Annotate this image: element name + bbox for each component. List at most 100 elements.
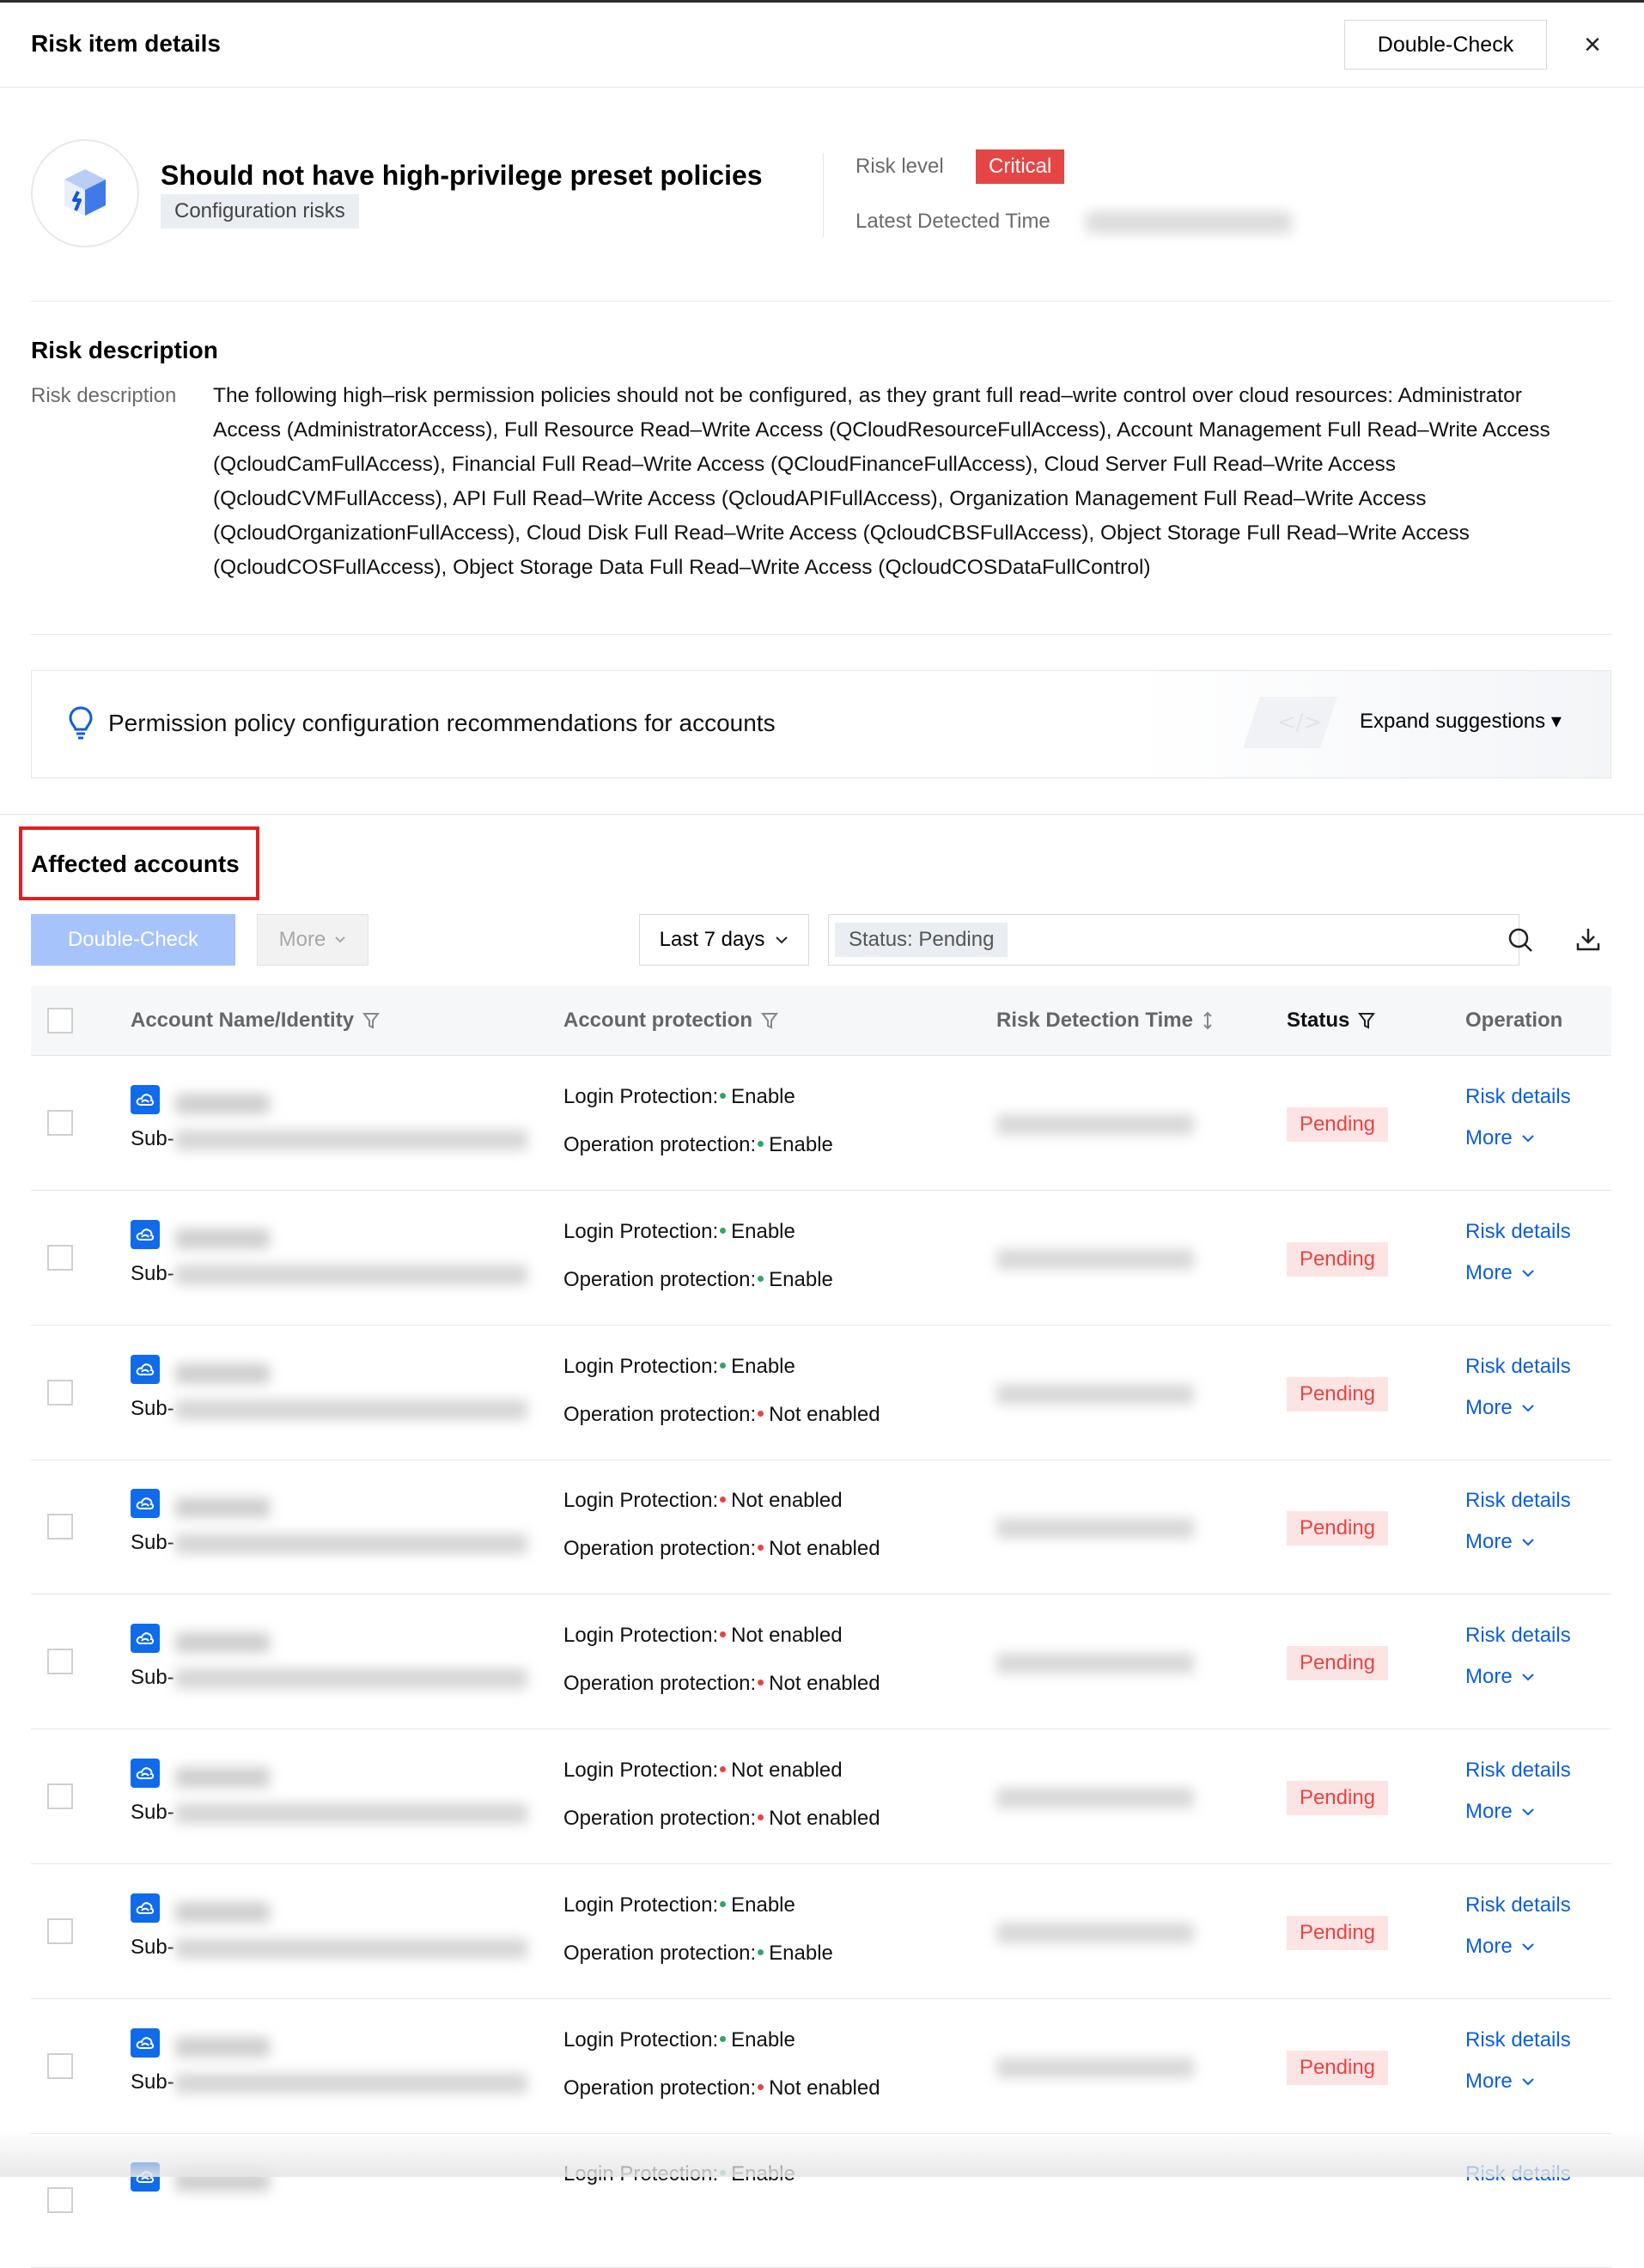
operation-protection-label: Operation protection:: [563, 1537, 757, 1560]
risk-details-link[interactable]: Risk details: [1465, 2028, 1571, 2052]
risk-details-link[interactable]: Risk details: [1465, 1489, 1571, 1513]
filter-icon[interactable]: [1358, 1011, 1376, 1030]
expand-suggestions-toggle[interactable]: Expand suggestions ▾: [1360, 709, 1562, 734]
column-protection-label: Account protection: [563, 1009, 752, 1032]
row-more-dropdown[interactable]: More: [1465, 1126, 1535, 1150]
login-protection: Login Protection: Enable: [563, 1893, 795, 1917]
operation-protection: Operation protection: Not enabled: [563, 1807, 880, 1831]
login-protection: Login Protection: Enable: [563, 2028, 795, 2052]
operation-protection-value: Not enabled: [769, 1403, 880, 1426]
chevron-down-icon: [776, 936, 789, 944]
operation-protection-label: Operation protection:: [563, 1268, 757, 1291]
operation-status-dot: [758, 1814, 764, 1821]
account-identity-redacted: [175, 1399, 527, 1420]
time-range-select[interactable]: Last 7 days: [639, 914, 809, 966]
select-all-checkbox[interactable]: [47, 1008, 73, 1033]
row-checkbox[interactable]: [47, 1110, 73, 1136]
login-protection: Login Protection: Enable: [563, 1085, 795, 1109]
cloud-account-icon: [131, 1355, 160, 1384]
row-more-dropdown[interactable]: More: [1465, 1261, 1535, 1285]
cloud-account-icon: [131, 1893, 160, 1923]
dialog-title: Risk item details: [31, 30, 221, 57]
operation-status-dot: [758, 1411, 764, 1418]
status-badge: Pending: [1287, 1781, 1388, 1815]
row-checkbox[interactable]: [47, 1514, 73, 1539]
search-icon[interactable]: [1507, 927, 1533, 953]
risk-details-link[interactable]: Risk details: [1465, 1220, 1571, 1244]
operation-protection-label: Operation protection:: [563, 2076, 757, 2100]
operation-protection-value: Not enabled: [769, 2076, 880, 2100]
detection-time-redacted: [996, 2058, 1194, 2078]
login-protection-value: Enable: [731, 2028, 795, 2052]
code-illustration-icon: </>: [1243, 697, 1337, 748]
risk-details-link[interactable]: Risk details: [1465, 1759, 1571, 1783]
risk-details-link[interactable]: Risk details: [1465, 1893, 1571, 1917]
operation-protection-value: Enable: [769, 1133, 833, 1156]
account-identity-redacted: [175, 2073, 527, 2094]
risk-details-link[interactable]: Risk details: [1465, 1624, 1571, 1648]
close-icon[interactable]: ×: [1575, 25, 1610, 64]
row-more-label: More: [1465, 1126, 1513, 1149]
suggestion-title: Permission policy configuration recommen…: [108, 710, 776, 736]
chevron-down-icon: [1521, 1943, 1534, 1951]
login-status-dot: [720, 1228, 727, 1235]
row-more-dropdown[interactable]: More: [1465, 1800, 1535, 1824]
risk-details-link[interactable]: Risk details: [1465, 1355, 1571, 1379]
row-more-dropdown[interactable]: More: [1465, 1530, 1535, 1554]
row-more-dropdown[interactable]: More: [1465, 1935, 1535, 1959]
row-more-dropdown[interactable]: More: [1465, 2070, 1535, 2094]
row-checkbox[interactable]: [47, 1783, 73, 1809]
cloud-account-icon: [131, 1085, 160, 1114]
row-more-dropdown[interactable]: More: [1465, 1396, 1535, 1420]
detection-time-redacted: [996, 1518, 1194, 1539]
download-icon[interactable]: [1575, 926, 1601, 952]
account-type-label: Sub-: [131, 1397, 174, 1420]
row-more-dropdown[interactable]: More: [1465, 1665, 1535, 1689]
operation-protection: Operation protection: Not enabled: [563, 2076, 880, 2100]
divider: [31, 634, 1611, 635]
account-identity-redacted: [175, 1130, 527, 1150]
account-type-label: Sub-: [131, 1262, 174, 1285]
filter-icon[interactable]: [362, 1011, 381, 1030]
login-protection-label: Login Protection:: [563, 1893, 719, 1917]
risk-details-link[interactable]: Risk details: [1465, 1085, 1571, 1109]
section-separator: [0, 814, 1644, 815]
divider: [31, 301, 1611, 302]
risk-level-badge: Critical: [976, 149, 1065, 184]
status-badge: Pending: [1287, 2051, 1388, 2085]
login-protection: Login Protection: Not enabled: [563, 1624, 843, 1648]
risk-item-name: Should not have high-privilege preset po…: [161, 160, 763, 191]
login-protection: Login Protection: Enable: [563, 1220, 795, 1244]
account-name-redacted: [175, 1632, 270, 1653]
sort-icon[interactable]: [1202, 1010, 1214, 1031]
operation-status-dot: [758, 1545, 764, 1552]
login-protection-value: Not enabled: [731, 1489, 843, 1512]
table-row: Sub- Login Protection: Enable Operation pro…: [31, 1864, 1611, 1999]
row-checkbox[interactable]: [47, 1245, 73, 1271]
account-name-redacted: [175, 1902, 270, 1923]
row-checkbox[interactable]: [47, 2053, 73, 2079]
operation-protection-label: Operation protection:: [563, 1807, 757, 1830]
status-filter-tag[interactable]: Status: Pending: [835, 923, 1008, 957]
operation-protection-value: Not enabled: [769, 1807, 880, 1830]
account-identity-redacted: [175, 1803, 527, 1824]
account-type-label: Sub-: [131, 1666, 174, 1689]
chevron-down-icon: [1521, 2078, 1534, 2086]
row-checkbox[interactable]: [47, 1380, 73, 1405]
table-row: Sub- Login Protection: Enable Operation pro…: [31, 1999, 1611, 2134]
operation-protection: Operation protection: Not enabled: [563, 1537, 880, 1561]
login-protection-label: Login Protection:: [563, 1085, 719, 1108]
row-checkbox[interactable]: [47, 1649, 73, 1674]
batch-more-dropdown[interactable]: More: [257, 914, 368, 966]
login-protection-value: Not enabled: [731, 1759, 843, 1782]
account-name-redacted: [175, 1497, 270, 1518]
column-operation: Operation: [1465, 1009, 1562, 1033]
row-checkbox[interactable]: [47, 2187, 73, 2213]
double-check-button[interactable]: Double-Check: [1344, 20, 1547, 70]
filter-icon[interactable]: [761, 1011, 778, 1030]
filter-search-input[interactable]: Status: Pending: [828, 914, 1532, 966]
batch-double-check-button[interactable]: Double-Check: [31, 914, 235, 966]
operation-protection: Operation protection: Enable: [563, 1133, 833, 1157]
column-operation-label: Operation: [1465, 1009, 1563, 1032]
row-checkbox[interactable]: [47, 1918, 73, 1944]
